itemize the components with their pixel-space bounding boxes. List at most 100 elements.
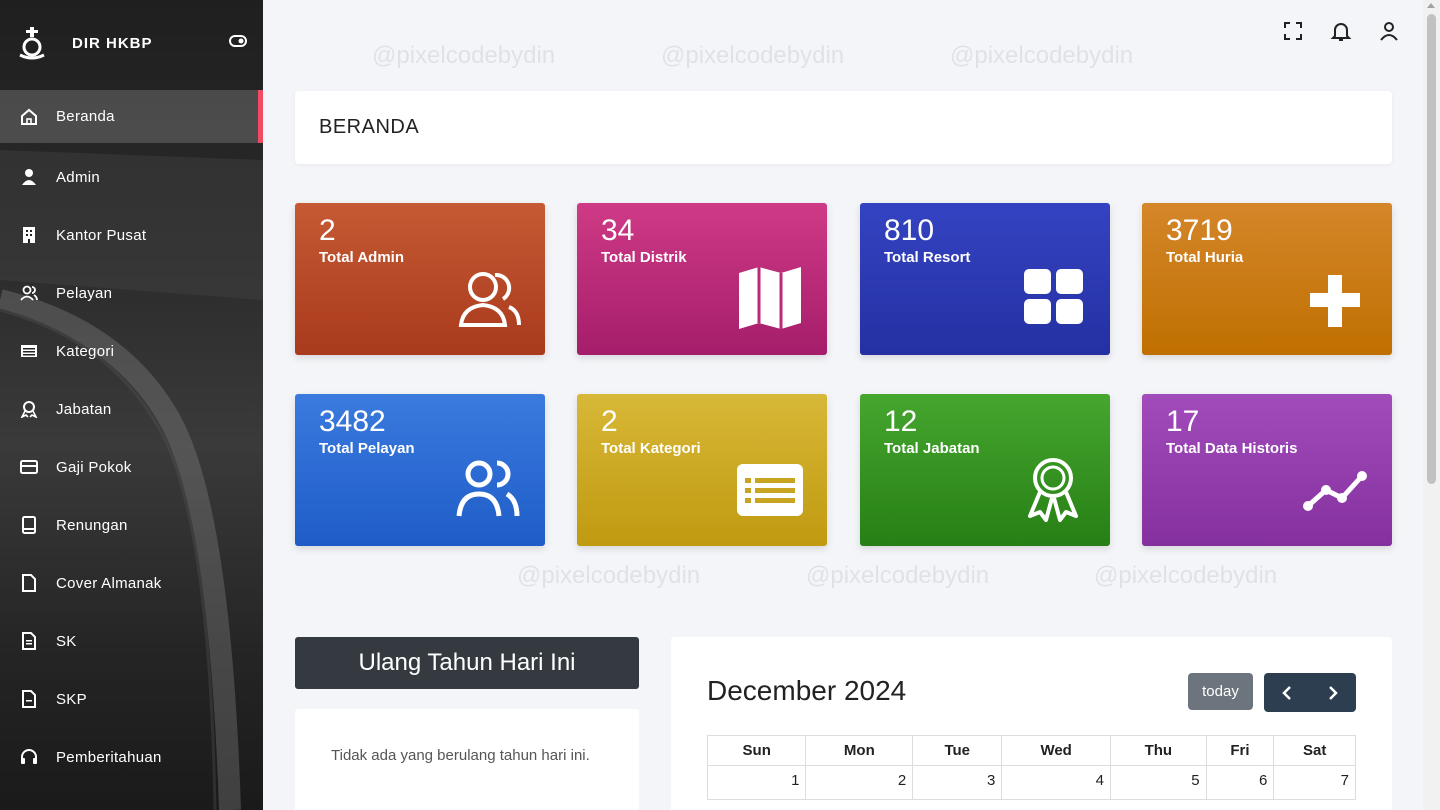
page-header: BERANDA [295,91,1392,164]
calendar-day-header: Sat [1273,735,1356,766]
calendar-day-cell[interactable]: 6 [1205,765,1275,800]
home-icon [20,108,38,126]
stat-card-total-resort[interactable]: 810 Total Resort [860,203,1110,355]
users-icon [20,284,38,302]
brand-name: DIR HKBP [72,34,153,52]
scroll-up-arrow[interactable] [1427,3,1435,8]
sidebar-item-label: Pelayan [56,284,113,302]
scrollbar-thumb[interactable] [1427,14,1436,484]
file-text-icon [20,632,38,650]
user-profile-icon[interactable] [1378,20,1400,42]
building-icon [20,226,38,244]
calendar-day-cell[interactable]: 3 [912,765,1003,800]
page-scrollbar[interactable] [1423,0,1440,810]
file-icon [20,690,38,708]
calendar-nav [1264,673,1356,712]
map-icon [739,267,801,329]
book-icon [20,516,38,534]
calendar-day-header: Fri [1205,735,1275,766]
today-button[interactable]: today [1188,673,1253,710]
bell-icon[interactable] [1330,20,1352,42]
stat-value: 2 [601,405,618,438]
brand: DIR HKBP [0,0,263,86]
sidebar-item-label: SKP [56,690,87,708]
birthday-panel-title: Ulang Tahun Hari Ini [358,649,576,676]
stat-card-total-distrik[interactable]: 34 Total Distrik [577,203,827,355]
stat-card-total-jabatan[interactable]: 12 Total Jabatan [860,394,1110,546]
watermark: @pixelcodebydin [950,42,1134,69]
watermark: @pixelcodebydin [517,562,701,589]
trend-icon [1303,471,1367,511]
watermark: @pixelcodebydin [661,42,845,69]
stat-value: 34 [601,214,635,247]
birthday-empty-text: Tidak ada yang berulang tahun hari ini. [331,747,590,764]
fullscreen-icon[interactable] [1282,20,1304,42]
sidebar-item-renungan[interactable]: Renungan [0,496,263,554]
sidebar-item-gaji-pokok[interactable]: Gaji Pokok [0,438,263,496]
stat-value: 17 [1166,405,1200,438]
list-icon [20,342,38,360]
calendar-day-cell[interactable]: 1 [706,765,807,800]
calendar-day-cell[interactable]: 7 [1273,765,1356,800]
sidebar-item-pemberitahuan[interactable]: Pemberitahuan [0,728,263,786]
sidebar-item-label: Cover Almanak [56,574,162,592]
stat-value: 3482 [319,405,386,438]
sidebar-item-sk[interactable]: SK [0,612,263,670]
users-icon [456,460,520,517]
watermark: @pixelcodebydin [806,562,990,589]
chevron-left-icon [1282,685,1291,700]
sidebar-item-jabatan[interactable]: Jabatan [0,380,263,438]
birthday-panel-header: Ulang Tahun Hari Ini [295,637,639,689]
page-title: BERANDA [319,116,420,138]
sidebar-toggle-icon[interactable] [229,34,247,48]
watermark: @pixelcodebydin [1094,562,1278,589]
award-icon [20,400,38,418]
calendar-day-header: Wed [1001,735,1112,766]
stat-value: 2 [319,214,336,247]
grid-icon [1024,269,1083,324]
stat-card-total-data-historis[interactable]: 17 Total Data Historis [1142,394,1392,546]
calendar-day-header: Thu [1110,735,1207,766]
calendar-grid: Sun Mon Tue Wed Thu Fri Sat 1 2 3 4 5 6 … [706,735,1356,800]
sidebar-item-label: Gaji Pokok [56,458,132,476]
sidebar-item-label: Pemberitahuan [56,748,162,766]
chevron-right-icon [1329,685,1338,700]
topbar [1282,20,1400,42]
sidebar-item-label: Kantor Pusat [56,226,147,244]
birthday-panel-body: Tidak ada yang berulang tahun hari ini. [295,709,639,810]
sidebar-item-admin[interactable]: Admin [0,148,263,206]
stat-card-total-pelayan[interactable]: 3482 Total Pelayan [295,394,545,546]
stat-card-total-kategori[interactable]: 2 Total Kategori [577,394,827,546]
user-icon [20,168,38,186]
sidebar-nav: Beranda Admin Kantor Pusat Pelayan Kateg… [0,90,263,786]
sidebar-item-label: Kategori [56,342,115,360]
sidebar-item-kantor-pusat[interactable]: Kantor Pusat [0,206,263,264]
stat-card-total-admin[interactable]: 2 Total Admin [295,203,545,355]
sidebar-item-label: Beranda [56,108,115,125]
stat-value: 810 [884,214,935,247]
sidebar-item-label: SK [56,632,77,650]
plus-icon [1310,275,1360,327]
calendar-day-cell[interactable]: 5 [1110,765,1207,800]
stat-card-total-huria[interactable]: 3719 Total Huria [1142,203,1392,355]
file-icon [20,574,38,592]
sidebar-item-label: Jabatan [56,400,112,418]
calendar-title: December 2024 [707,675,907,706]
user-group-icon [458,272,521,327]
sidebar-item-cover-almanak[interactable]: Cover Almanak [0,554,263,612]
sidebar-item-kategori[interactable]: Kategori [0,322,263,380]
sidebar-item-skp[interactable]: SKP [0,670,263,728]
watermark: @pixelcodebydin [372,42,556,69]
calendar: December 2024 today Sun Mon Tue Wed Thu … [671,637,1392,810]
calendar-day-cell[interactable]: 2 [805,765,914,800]
sidebar-item-beranda[interactable]: Beranda [0,90,263,143]
sidebar-item-pelayan[interactable]: Pelayan [0,264,263,322]
next-month-button[interactable] [1310,673,1356,712]
sidebar-item-label: Renungan [56,516,128,534]
calendar-day-cell[interactable]: 4 [1001,765,1112,800]
sidebar-item-label: Admin [56,168,101,186]
prev-month-button[interactable] [1264,673,1310,712]
list-card-icon [737,464,803,516]
calendar-day-header: Mon [805,735,914,766]
stat-value: 12 [884,405,918,438]
